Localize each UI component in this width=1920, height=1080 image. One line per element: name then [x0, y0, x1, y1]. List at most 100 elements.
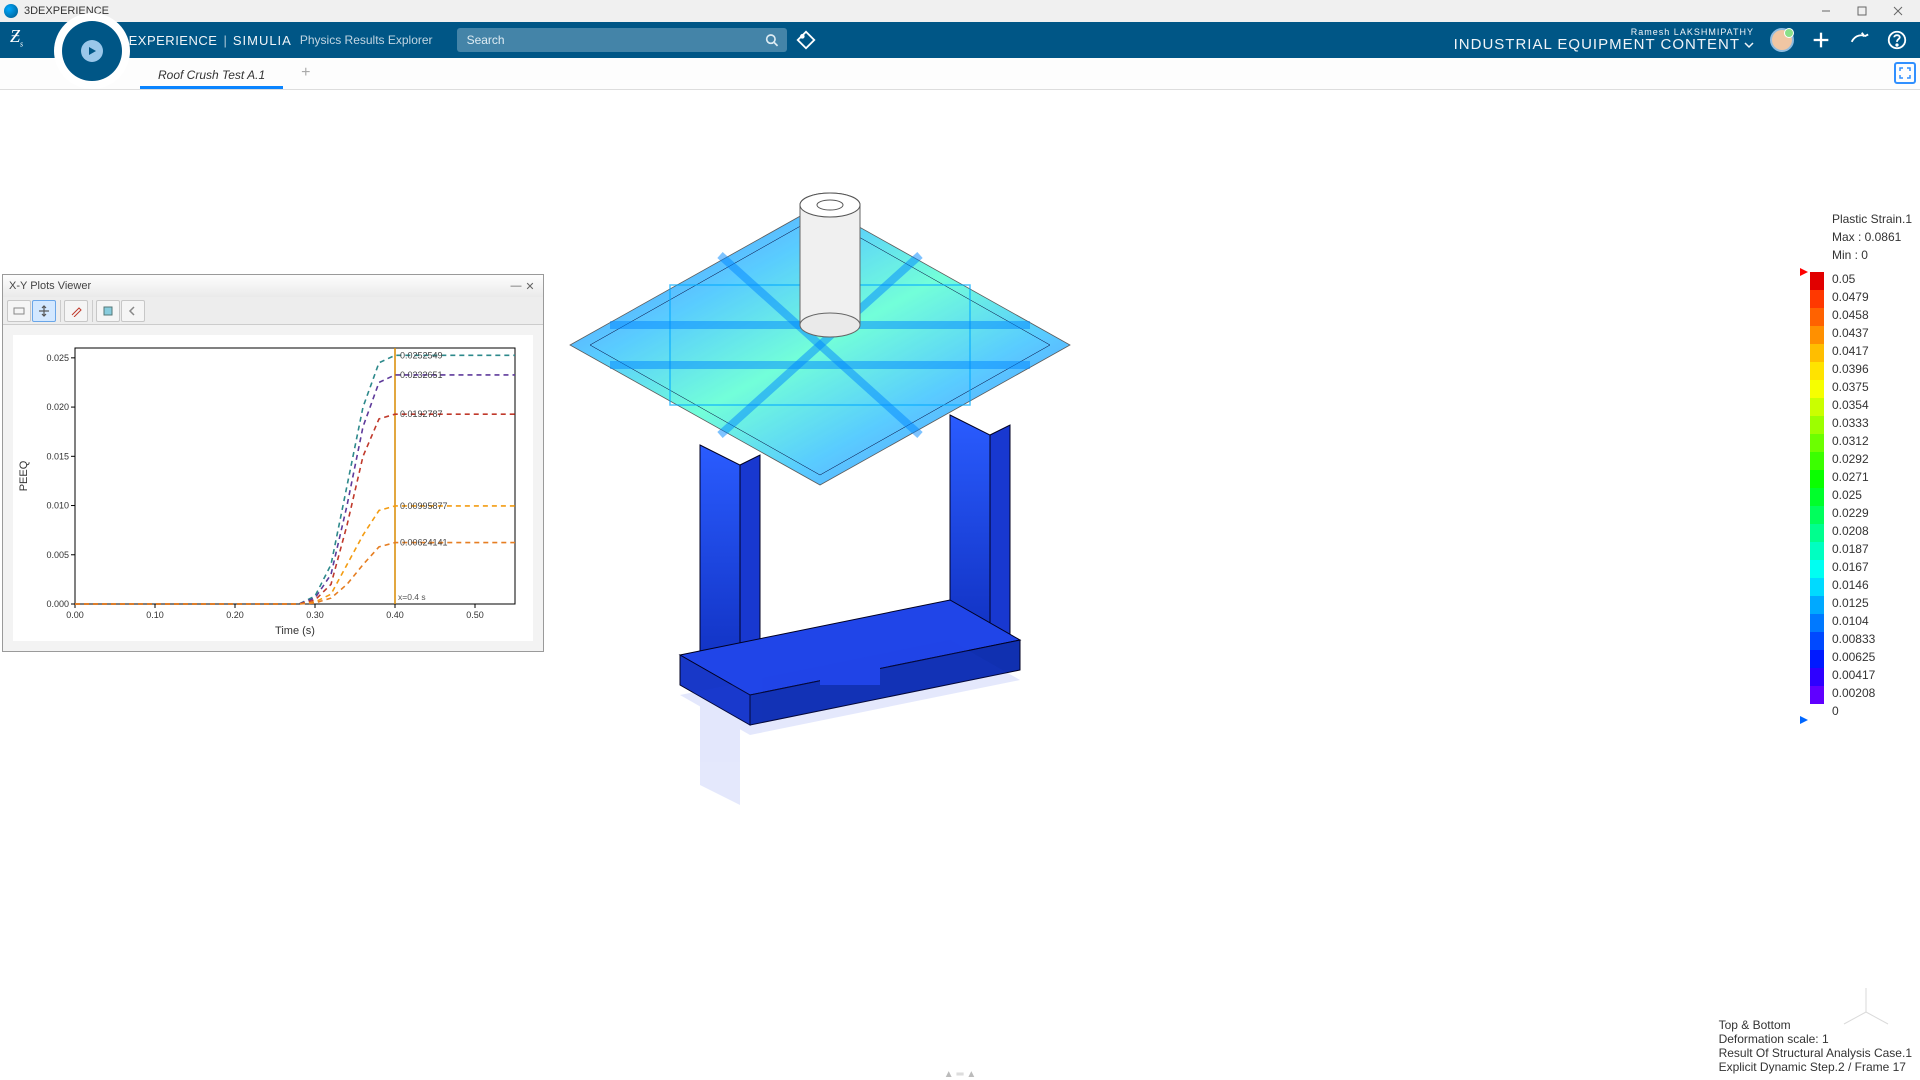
- svg-text:0.50: 0.50: [466, 610, 484, 620]
- brand-simulia: SIMULIA: [233, 33, 292, 48]
- svg-text:0.0192787: 0.0192787: [400, 409, 443, 419]
- legend-tick: 0.00417: [1832, 666, 1912, 684]
- help-icon[interactable]: [1886, 29, 1908, 51]
- os-close-button[interactable]: [1880, 0, 1916, 22]
- search-input[interactable]: [465, 32, 766, 48]
- legend-tick: 0.0292: [1832, 450, 1912, 468]
- plot-edit-button[interactable]: [64, 300, 88, 322]
- legend-tick: 0.0437: [1832, 324, 1912, 342]
- legend-tick: 0.0312: [1832, 432, 1912, 450]
- svg-text:PEEQ: PEEQ: [18, 460, 30, 491]
- plus-icon: +: [301, 64, 310, 82]
- plot-legend-button[interactable]: [96, 300, 120, 322]
- compass-button[interactable]: [62, 21, 122, 81]
- tag-icon[interactable]: [795, 29, 817, 51]
- os-titlebar: 3DEXPERIENCE: [0, 0, 1920, 22]
- svg-text:0.005: 0.005: [46, 550, 69, 560]
- app-icon: [4, 4, 18, 18]
- legend-tick: 0.0187: [1832, 540, 1912, 558]
- bottom-panel-handle[interactable]: ▲ ═ ▲: [944, 1069, 976, 1080]
- svg-text:0.000: 0.000: [46, 599, 69, 609]
- viewport[interactable]: Plastic Strain.1 Max : 0.0861 Min : 0 0.…: [0, 90, 1920, 1080]
- legend-tick: 0.0104: [1832, 612, 1912, 630]
- model-cylinder: [800, 193, 860, 337]
- plot-pan-button[interactable]: [32, 300, 56, 322]
- svg-text:0.010: 0.010: [46, 501, 69, 511]
- svg-text:Time (s): Time (s): [275, 625, 315, 637]
- svg-text:0.0232651: 0.0232651: [400, 370, 443, 380]
- plot-window-title: X-Y Plots Viewer: [9, 280, 91, 292]
- legend-tick: 0.0375: [1832, 378, 1912, 396]
- legend-tick: 0.025: [1832, 486, 1912, 504]
- legend-tick: 0: [1832, 702, 1912, 720]
- legend-tick: 0.0417: [1832, 342, 1912, 360]
- fullscreen-button[interactable]: [1894, 62, 1916, 84]
- plot-window-titlebar[interactable]: X-Y Plots Viewer — ✕: [3, 275, 543, 297]
- os-maximize-button[interactable]: [1844, 0, 1880, 22]
- plot-toolbar: [3, 297, 543, 325]
- legend-tick: 0.00833: [1832, 630, 1912, 648]
- tab-label: Roof Crush Test A.1: [158, 68, 265, 82]
- play-icon: [81, 40, 103, 62]
- legend-tick: 0.0229: [1832, 504, 1912, 522]
- svg-text:x=0.4 s: x=0.4 s: [398, 592, 426, 602]
- svg-text:0.20: 0.20: [226, 610, 244, 620]
- brand-sep: |: [219, 33, 230, 48]
- search-icon[interactable]: [765, 33, 778, 47]
- orientation-triad[interactable]: [1838, 984, 1894, 1040]
- search-box[interactable]: [457, 28, 787, 52]
- legend-tick: 0.0458: [1832, 306, 1912, 324]
- plot-back-button[interactable]: [121, 300, 145, 322]
- plot-minimize-button[interactable]: —: [509, 280, 523, 292]
- legend-tick: 0.0208: [1832, 522, 1912, 540]
- chevron-down-icon: [1744, 40, 1754, 50]
- svg-text:0.40: 0.40: [386, 610, 404, 620]
- os-minimize-button[interactable]: [1808, 0, 1844, 22]
- svg-text:0.025: 0.025: [46, 353, 69, 363]
- share-icon[interactable]: [1848, 29, 1870, 51]
- svg-text:0.10: 0.10: [146, 610, 164, 620]
- legend-tick: 0.0354: [1832, 396, 1912, 414]
- legend-tick: 0.0271: [1832, 468, 1912, 486]
- app-header: 3DEXPERIENCE | SIMULIA Physics Results E…: [0, 22, 1920, 58]
- svg-text:0.30: 0.30: [306, 610, 324, 620]
- legend-name: Plastic Strain.1: [1832, 210, 1912, 228]
- legend-tick: 0.0146: [1832, 576, 1912, 594]
- svg-text:0.015: 0.015: [46, 451, 69, 461]
- tab-roof-crush[interactable]: Roof Crush Test A.1: [140, 64, 283, 89]
- case-label: Result Of Structural Analysis Case.1: [1719, 1046, 1912, 1060]
- plot-area[interactable]: 0.000.100.200.300.400.500.0000.0050.0100…: [13, 335, 533, 641]
- plot-select-button[interactable]: [7, 300, 31, 322]
- brand-app: Physics Results Explorer: [294, 33, 433, 47]
- plot-close-button[interactable]: ✕: [523, 280, 537, 293]
- frame-label: Explicit Dynamic Step.2 / Frame 17: [1719, 1060, 1912, 1074]
- user-avatar[interactable]: [1770, 28, 1794, 52]
- os-title: 3DEXPERIENCE: [24, 5, 109, 17]
- brand-experience: EXPERIENCE: [129, 33, 218, 48]
- legend-max: Max : 0.0861: [1832, 228, 1912, 246]
- max-marker-icon: [1800, 268, 1808, 276]
- legend-tick: 0.00625: [1832, 648, 1912, 666]
- legend-tick: 0.0333: [1832, 414, 1912, 432]
- model-render[interactable]: [550, 185, 1090, 825]
- legend-min: Min : 0: [1832, 246, 1912, 264]
- context-selector[interactable]: Ramesh LAKSHMIPATHY INDUSTRIAL EQUIPMENT…: [1454, 28, 1754, 52]
- svg-text:0.020: 0.020: [46, 402, 69, 412]
- legend-tick: 0.05: [1832, 270, 1912, 288]
- svg-text:0.00624141: 0.00624141: [400, 538, 448, 548]
- legend-tick: 0.0479: [1832, 288, 1912, 306]
- add-button[interactable]: [1810, 29, 1832, 51]
- tab-strip: Roof Crush Test A.1 +: [0, 58, 1920, 90]
- legend-tick: 0.0167: [1832, 558, 1912, 576]
- color-legend: Plastic Strain.1 Max : 0.0861 Min : 0 0.…: [1810, 210, 1912, 720]
- context-name: INDUSTRIAL EQUIPMENT CONTENT: [1454, 37, 1740, 52]
- min-marker-icon: [1800, 716, 1808, 724]
- svg-text:0.00995877: 0.00995877: [400, 501, 448, 511]
- new-tab-button[interactable]: +: [283, 60, 328, 89]
- legend-tick: 0.0396: [1832, 360, 1912, 378]
- legend-tick: 0.0125: [1832, 594, 1912, 612]
- legend-tick: 0.00208: [1832, 684, 1912, 702]
- ds-logo: Ƶs: [10, 26, 23, 49]
- svg-text:0.0252549: 0.0252549: [400, 350, 443, 360]
- xy-plot-window[interactable]: X-Y Plots Viewer — ✕ 0.000.100.200.300.4…: [2, 274, 544, 652]
